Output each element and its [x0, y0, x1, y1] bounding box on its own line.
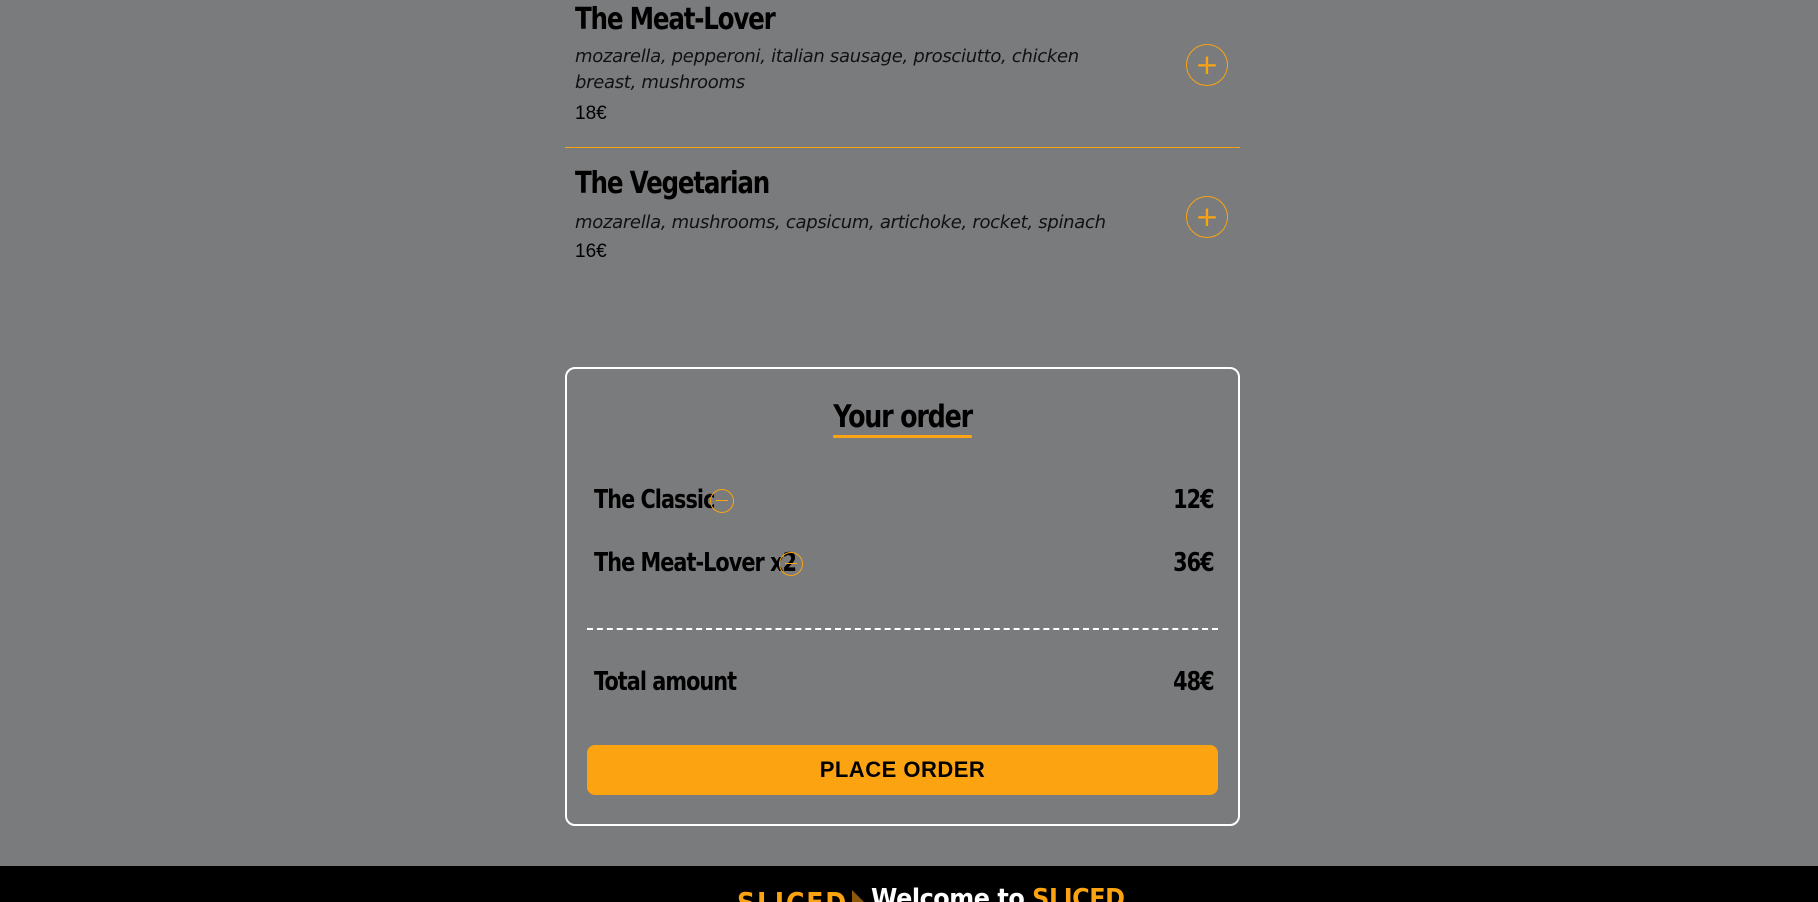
pizza-card-vegetarian: The Vegetarian mozarella, mushrooms, cap…: [565, 148, 1240, 268]
order-item-price: 36€: [1173, 548, 1215, 578]
footer: SLICED Welcome to SLICED: [0, 866, 1818, 902]
place-order-button[interactable]: PLACE ORDER: [587, 745, 1218, 795]
plus-icon: +: [1195, 200, 1219, 233]
pizza-price: 16€: [575, 241, 607, 262]
pizza-price: 18€: [575, 103, 607, 124]
order-separator: [587, 628, 1218, 630]
pizza-ingredients: mozarella, mushrooms, capsicum, artichok…: [575, 212, 1106, 233]
order-total-row: Total amount 48€: [594, 664, 1215, 700]
welcome-brand: SLICED: [1032, 884, 1125, 902]
order-item-name: The Meat-Lover x2: [594, 548, 797, 578]
order-summary-panel: Your order The Classic 12€ The Meat-Love…: [565, 367, 1240, 826]
total-value: 48€: [1173, 667, 1215, 697]
welcome-prefix: Welcome to: [871, 884, 1033, 902]
pizza-ingredients: mozarella, pepperoni, italian sausage, p…: [575, 46, 1079, 93]
add-to-order-button[interactable]: +: [1186, 196, 1228, 238]
order-title-text: Your order: [833, 399, 973, 438]
menu-divider: [565, 147, 1240, 148]
order-item-row: The Meat-Lover x2 36€: [594, 545, 1215, 581]
order-title: Your order: [567, 399, 1238, 438]
plus-icon: +: [1195, 48, 1219, 81]
add-to-order-button[interactable]: +: [1186, 44, 1228, 86]
pizza-name: The Meat-Lover: [575, 2, 776, 37]
order-item-name: The Classic: [594, 485, 715, 515]
remove-item-button[interactable]: [779, 552, 803, 576]
pizza-card-meat-lover: The Meat-Lover mozarella, pepperoni, ita…: [565, 0, 1240, 146]
order-item-price: 12€: [1173, 485, 1215, 515]
order-item-row: The Classic 12€: [594, 482, 1215, 518]
footer-welcome-text: Welcome to SLICED: [871, 884, 1125, 902]
remove-item-button[interactable]: [710, 489, 734, 513]
pizza-name: The Vegetarian: [575, 166, 770, 201]
pizza-slice-icon: [852, 890, 866, 902]
total-label: Total amount: [594, 667, 737, 697]
footer-logo[interactable]: SLICED: [737, 886, 848, 902]
